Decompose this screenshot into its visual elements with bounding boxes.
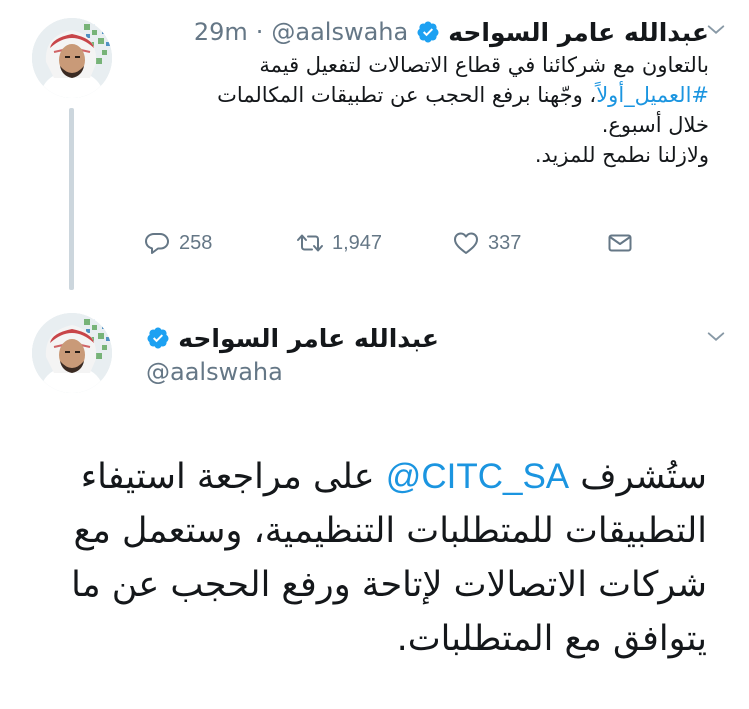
avatar-image: [32, 18, 112, 98]
hashtag-link[interactable]: #العميل_أولاً: [596, 83, 709, 107]
tweet-text-line: شركات الاتصالات لإتاحة ورفع الحجب عن ما: [71, 565, 707, 605]
tweet-text: بالتعاون مع شركائنا في قطاع الاتصالات لت…: [129, 50, 709, 170]
like-button[interactable]: 337: [452, 228, 521, 258]
punctuation: ،: [582, 83, 597, 107]
tweet-text-line: ولازلنا نطمح للمزيد.: [534, 143, 709, 167]
mention-link[interactable]: @CITC_SA: [386, 457, 569, 496]
direct-message-button[interactable]: [606, 228, 634, 258]
author-display-name[interactable]: عبدالله عامر السواحه: [448, 18, 709, 47]
reply-count: 258: [179, 231, 213, 254]
tweet-text-line: بالتعاون مع شركائنا في قطاع الاتصالات لت…: [259, 53, 709, 77]
verified-badge-icon: [146, 326, 170, 350]
retweet-count: 1,947: [332, 231, 383, 254]
retweet-button[interactable]: 1,947: [296, 228, 382, 258]
chevron-down-icon[interactable]: [704, 327, 728, 347]
author-display-name[interactable]: عبدالله عامر السواحه: [178, 324, 439, 353]
separator-dot: ·: [255, 18, 264, 46]
tweet-text-line: يتوافق مع المتطلبات.: [396, 619, 707, 659]
tweet-text-line: خلال أسبوع.: [601, 113, 709, 137]
retweet-icon: [297, 234, 323, 252]
tweet-header: عبدالله عامر السواحه @aalswaha · 29m: [194, 14, 709, 50]
author-handle[interactable]: @aalswaha: [146, 358, 283, 386]
tweet-text-fragment: وجّهنا برفع الحجب عن تطبيقات المكالمات: [217, 83, 583, 107]
tweet-text-line: #العميل_أولاً، وجّهنا برفع الحجب عن تطبي…: [129, 80, 709, 110]
tweet-text-line: ستُشرف @CITC_SA على مراجعة استيفاء: [27, 450, 707, 504]
tweet-header: عبدالله عامر السواحه: [146, 320, 439, 356]
tweet-text-fragment: على مراجعة استيفاء: [80, 457, 375, 497]
author-avatar[interactable]: [32, 313, 112, 393]
tweet-text-fragment: ستُشرف: [580, 457, 707, 497]
reply-button[interactable]: 258: [143, 228, 212, 258]
author-handle[interactable]: @aalswaha: [271, 18, 408, 46]
thread-connector: [69, 108, 74, 290]
tweet-1[interactable]: عبدالله عامر السواحه @aalswaha · 29m بال…: [0, 0, 749, 290]
avatar-image: [32, 313, 112, 393]
chevron-down-icon[interactable]: [704, 20, 728, 40]
tweet-timestamp[interactable]: 29m: [194, 18, 248, 46]
reply-icon: [145, 233, 169, 254]
author-avatar[interactable]: [32, 18, 112, 98]
tweet-text: ستُشرف @CITC_SA على مراجعة استيفاء التطب…: [27, 450, 707, 666]
heart-icon: [454, 232, 478, 254]
verified-badge-icon: [416, 20, 440, 44]
tweet-text-line: التطبيقات للمتطلبات التنظيمية، وستعمل مع: [73, 511, 707, 551]
like-count: 337: [488, 231, 522, 254]
envelope-icon: [608, 234, 632, 252]
tweet-actions: 258 1,947 337: [143, 228, 643, 258]
